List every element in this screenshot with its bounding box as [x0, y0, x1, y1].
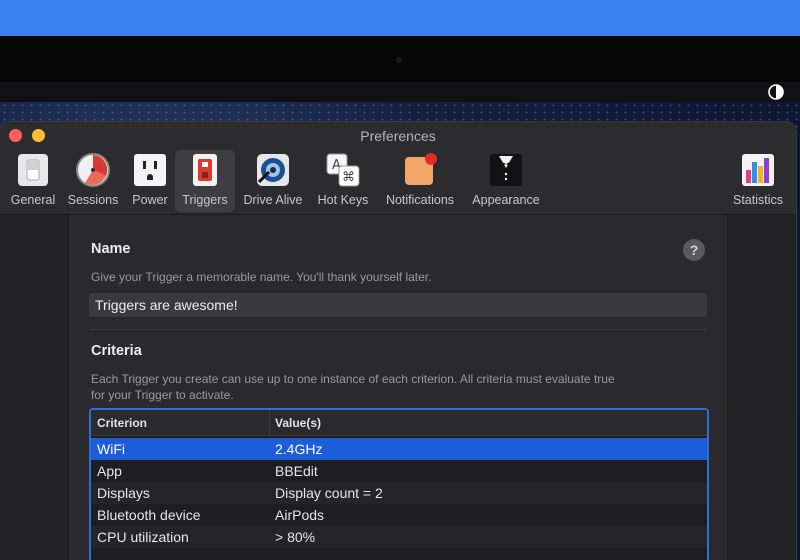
table-row-displays[interactable]: Displays Display count = 2	[91, 482, 707, 504]
tab-statistics[interactable]: Statistics	[726, 150, 790, 212]
criteria-description-line-1: Each Trigger you create can use up to on…	[91, 372, 615, 386]
criteria-table[interactable]: Criterion Value(s) WiFi 2.4GHz App BBEdi…	[89, 408, 709, 560]
table-row-app[interactable]: App BBEdit	[91, 460, 707, 482]
tab-notifications[interactable]: Notifications	[379, 150, 461, 212]
table-row-cpu[interactable]: CPU utilization > 80%	[91, 526, 707, 548]
table-row-bluetooth[interactable]: Bluetooth device AirPods	[91, 504, 707, 526]
column-header-criterion[interactable]: Criterion	[97, 416, 147, 430]
screen-bezel	[0, 36, 800, 82]
camera	[396, 57, 402, 63]
tuxedo-icon	[490, 154, 522, 186]
switch-icon	[18, 154, 48, 186]
window-title: Preferences	[360, 128, 436, 144]
help-button[interactable]: ?	[683, 239, 705, 261]
table-header: Criterion Value(s)	[91, 410, 707, 436]
titlebar: Preferences General Sessions Power Trigg…	[0, 122, 796, 215]
table-row-wifi[interactable]: WiFi 2.4GHz	[91, 438, 707, 460]
bar-chart-icon	[742, 154, 774, 186]
value-cell: Display count = 2	[275, 485, 383, 501]
value-cell: AirPods	[275, 507, 325, 523]
criterion-cell: WiFi	[97, 441, 125, 457]
name-section-description: Give your Trigger a memorable name. You'…	[91, 270, 432, 284]
criterion-cell: Bluetooth device	[97, 507, 201, 523]
tab-drive-alive[interactable]: Drive Alive	[238, 150, 308, 212]
drive-icon	[257, 154, 289, 186]
criterion-cell: CPU utilization	[97, 529, 189, 545]
tab-general[interactable]: General	[6, 150, 60, 212]
value-cell: > 80%	[275, 529, 316, 545]
timer-icon	[76, 153, 110, 187]
column-header-values[interactable]: Value(s)	[275, 416, 321, 430]
criterion-cell: App	[97, 463, 122, 479]
power-outlet-icon	[134, 154, 166, 186]
criteria-section-title: Criteria	[91, 343, 142, 359]
tab-power[interactable]: Power	[126, 150, 174, 212]
notification-badge-icon	[405, 153, 437, 185]
value-cell: BBEdit	[275, 463, 318, 479]
value-cell: 2.4GHz	[275, 441, 323, 457]
keyboard-keys-icon: A ⌘	[326, 153, 360, 187]
tab-triggers[interactable]: Triggers	[175, 150, 235, 212]
half-circle-status-icon[interactable]	[768, 84, 784, 100]
section-divider	[89, 329, 707, 330]
trigger-switch-icon	[193, 154, 217, 186]
criteria-description-line-2: for your Trigger to activate.	[91, 388, 234, 402]
tab-sessions[interactable]: Sessions	[64, 150, 122, 212]
tab-appearance[interactable]: Appearance	[466, 150, 546, 212]
criterion-cell: Displays	[97, 485, 150, 501]
trigger-name-field[interactable]: Triggers are awesome!	[89, 293, 707, 317]
tab-hot-keys[interactable]: A ⌘ Hot Keys	[313, 150, 373, 212]
trigger-editor-pane: Name ? Give your Trigger a memorable nam…	[68, 215, 728, 560]
menu-bar	[0, 82, 800, 102]
name-section-title: Name	[91, 241, 131, 257]
preferences-window: Preferences General Sessions Power Trigg…	[0, 122, 796, 560]
top-banner	[0, 0, 800, 36]
svg-text:⌘: ⌘	[342, 170, 355, 185]
